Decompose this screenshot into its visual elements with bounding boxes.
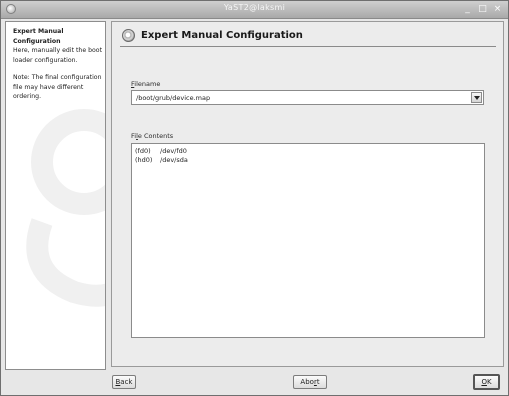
file-contents-label: File Contents bbox=[131, 132, 174, 140]
opensuse-watermark-icon bbox=[26, 109, 105, 307]
window-title: YaST2@laksmi bbox=[223, 3, 286, 12]
help-panel: Expert Manual Configuration Here, manual… bbox=[5, 21, 106, 370]
window-controls: _ □ × bbox=[463, 2, 502, 16]
chevron-down-icon bbox=[473, 95, 480, 100]
filename-combobox[interactable]: /boot/grub/device.map bbox=[131, 90, 484, 105]
file-line: (fd0)/dev/fd0 bbox=[135, 147, 187, 155]
titlebar[interactable]: YaST2@laksmi _ □ × bbox=[1, 1, 508, 19]
back-button[interactable]: Back bbox=[112, 375, 136, 389]
main-pane: Expert Manual Configuration Filename /bo… bbox=[111, 21, 504, 367]
help-text: Expert Manual Configuration Here, manual… bbox=[13, 27, 103, 102]
yast-window: YaST2@laksmi _ □ × Expert Manual Configu… bbox=[0, 0, 509, 396]
minimize-button[interactable]: _ bbox=[463, 3, 472, 15]
help-title: Expert Manual Configuration bbox=[13, 28, 64, 45]
ok-button[interactable]: OK bbox=[473, 374, 500, 390]
page-title: Expert Manual Configuration bbox=[141, 29, 303, 41]
filename-label: Filename bbox=[131, 80, 161, 88]
header-divider bbox=[120, 46, 496, 47]
file-contents-editor[interactable]: (fd0)/dev/fd0 (hd0)/dev/sda bbox=[131, 143, 485, 338]
close-button[interactable]: × bbox=[493, 3, 502, 15]
file-lines: (fd0)/dev/fd0 (hd0)/dev/sda bbox=[135, 147, 188, 164]
file-line: (hd0)/dev/sda bbox=[135, 155, 188, 164]
yast-module-icon bbox=[122, 28, 135, 42]
help-paragraph: Here, manually edit the boot loader conf… bbox=[13, 47, 103, 64]
maximize-button[interactable]: □ bbox=[478, 3, 487, 15]
abort-button[interactable]: Abo r t bbox=[293, 375, 327, 389]
filename-value: /boot/grub/device.map bbox=[136, 94, 211, 102]
combo-dropdown-button[interactable] bbox=[471, 92, 482, 103]
help-note: Note: The final configuration file may h… bbox=[13, 74, 102, 100]
page-header: Expert Manual Configuration bbox=[122, 26, 303, 44]
